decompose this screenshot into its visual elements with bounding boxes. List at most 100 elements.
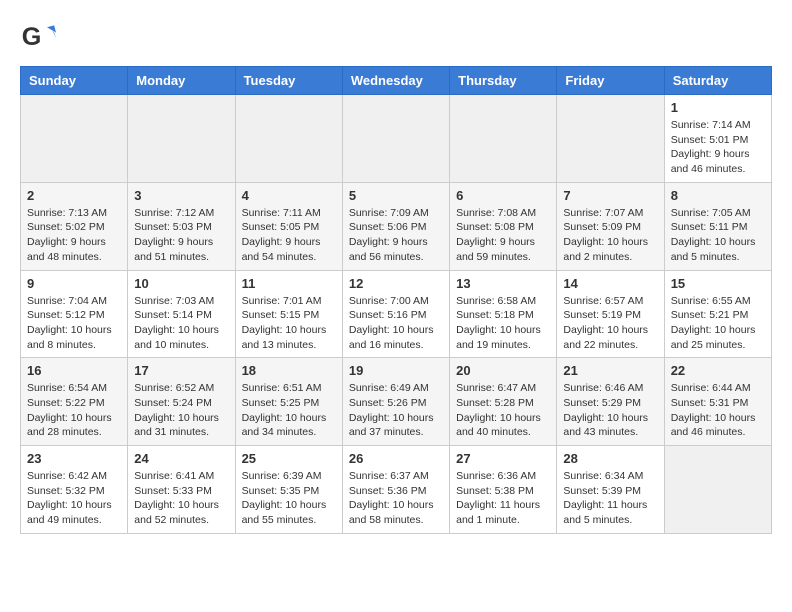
calendar-cell [342, 95, 449, 183]
day-number: 28 [563, 451, 657, 466]
weekday-header-wednesday: Wednesday [342, 67, 449, 95]
calendar-cell: 22 Sunrise: 6:44 AM Sunset: 5:31 PM Dayli… [664, 358, 771, 446]
day-number: 9 [27, 276, 121, 291]
calendar-cell: 14 Sunrise: 6:57 AM Sunset: 5:19 PM Dayli… [557, 270, 664, 358]
day-info: Sunrise: 6:57 AM Sunset: 5:19 PM Dayligh… [563, 294, 657, 353]
day-info: Sunrise: 6:34 AM Sunset: 5:39 PM Dayligh… [563, 469, 657, 528]
day-info: Sunrise: 7:11 AM Sunset: 5:05 PM Dayligh… [242, 206, 336, 265]
day-info: Sunrise: 7:04 AM Sunset: 5:12 PM Dayligh… [27, 294, 121, 353]
day-info: Sunrise: 6:46 AM Sunset: 5:29 PM Dayligh… [563, 381, 657, 440]
weekday-header-saturday: Saturday [664, 67, 771, 95]
calendar-week-row: 16 Sunrise: 6:54 AM Sunset: 5:22 PM Dayli… [21, 358, 772, 446]
weekday-header-monday: Monday [128, 67, 235, 95]
day-number: 16 [27, 363, 121, 378]
weekday-header-row: SundayMondayTuesdayWednesdayThursdayFrid… [21, 67, 772, 95]
logo: G [20, 20, 60, 56]
day-info: Sunrise: 6:49 AM Sunset: 5:26 PM Dayligh… [349, 381, 443, 440]
day-info: Sunrise: 6:47 AM Sunset: 5:28 PM Dayligh… [456, 381, 550, 440]
day-info: Sunrise: 6:51 AM Sunset: 5:25 PM Dayligh… [242, 381, 336, 440]
day-info: Sunrise: 6:42 AM Sunset: 5:32 PM Dayligh… [27, 469, 121, 528]
day-info: Sunrise: 6:55 AM Sunset: 5:21 PM Dayligh… [671, 294, 765, 353]
day-info: Sunrise: 6:44 AM Sunset: 5:31 PM Dayligh… [671, 381, 765, 440]
calendar-cell [664, 446, 771, 534]
day-number: 18 [242, 363, 336, 378]
day-info: Sunrise: 7:14 AM Sunset: 5:01 PM Dayligh… [671, 118, 765, 177]
calendar-week-row: 2 Sunrise: 7:13 AM Sunset: 5:02 PM Daylig… [21, 182, 772, 270]
day-info: Sunrise: 7:03 AM Sunset: 5:14 PM Dayligh… [134, 294, 228, 353]
calendar-cell: 9 Sunrise: 7:04 AM Sunset: 5:12 PM Daylig… [21, 270, 128, 358]
day-number: 14 [563, 276, 657, 291]
weekday-header-tuesday: Tuesday [235, 67, 342, 95]
day-number: 17 [134, 363, 228, 378]
calendar-cell: 17 Sunrise: 6:52 AM Sunset: 5:24 PM Dayli… [128, 358, 235, 446]
calendar-cell: 16 Sunrise: 6:54 AM Sunset: 5:22 PM Dayli… [21, 358, 128, 446]
day-number: 19 [349, 363, 443, 378]
day-number: 7 [563, 188, 657, 203]
calendar-cell: 24 Sunrise: 6:41 AM Sunset: 5:33 PM Dayli… [128, 446, 235, 534]
calendar-cell [450, 95, 557, 183]
calendar-cell: 1 Sunrise: 7:14 AM Sunset: 5:01 PM Daylig… [664, 95, 771, 183]
day-info: Sunrise: 7:00 AM Sunset: 5:16 PM Dayligh… [349, 294, 443, 353]
day-info: Sunrise: 6:37 AM Sunset: 5:36 PM Dayligh… [349, 469, 443, 528]
calendar-cell: 8 Sunrise: 7:05 AM Sunset: 5:11 PM Daylig… [664, 182, 771, 270]
day-number: 21 [563, 363, 657, 378]
calendar-table: SundayMondayTuesdayWednesdayThursdayFrid… [20, 66, 772, 534]
calendar-cell: 2 Sunrise: 7:13 AM Sunset: 5:02 PM Daylig… [21, 182, 128, 270]
day-number: 8 [671, 188, 765, 203]
day-info: Sunrise: 7:07 AM Sunset: 5:09 PM Dayligh… [563, 206, 657, 265]
calendar-cell: 7 Sunrise: 7:07 AM Sunset: 5:09 PM Daylig… [557, 182, 664, 270]
svg-text:G: G [22, 23, 42, 51]
calendar-week-row: 9 Sunrise: 7:04 AM Sunset: 5:12 PM Daylig… [21, 270, 772, 358]
calendar-cell: 23 Sunrise: 6:42 AM Sunset: 5:32 PM Dayli… [21, 446, 128, 534]
day-number: 13 [456, 276, 550, 291]
day-number: 11 [242, 276, 336, 291]
calendar-cell: 25 Sunrise: 6:39 AM Sunset: 5:35 PM Dayli… [235, 446, 342, 534]
calendar-cell: 3Sunrise: 7:12 AM Sunset: 5:03 PM Daylig… [128, 182, 235, 270]
calendar-cell: 28 Sunrise: 6:34 AM Sunset: 5:39 PM Dayli… [557, 446, 664, 534]
calendar-cell: 5 Sunrise: 7:09 AM Sunset: 5:06 PM Daylig… [342, 182, 449, 270]
day-info: Sunrise: 6:52 AM Sunset: 5:24 PM Dayligh… [134, 381, 228, 440]
day-number: 10 [134, 276, 228, 291]
calendar-cell: 21 Sunrise: 6:46 AM Sunset: 5:29 PM Dayli… [557, 358, 664, 446]
day-info: Sunrise: 7:05 AM Sunset: 5:11 PM Dayligh… [671, 206, 765, 265]
day-number: 20 [456, 363, 550, 378]
day-number: 12 [349, 276, 443, 291]
day-info: Sunrise: 6:39 AM Sunset: 5:35 PM Dayligh… [242, 469, 336, 528]
calendar-cell: 13 Sunrise: 6:58 AM Sunset: 5:18 PM Dayli… [450, 270, 557, 358]
calendar-cell: 26 Sunrise: 6:37 AM Sunset: 5:36 PM Dayli… [342, 446, 449, 534]
weekday-header-thursday: Thursday [450, 67, 557, 95]
day-info: Sunrise: 6:41 AM Sunset: 5:33 PM Dayligh… [134, 469, 228, 528]
day-info: Sunrise: 6:58 AM Sunset: 5:18 PM Dayligh… [456, 294, 550, 353]
day-info: Sunrise: 7:09 AM Sunset: 5:06 PM Dayligh… [349, 206, 443, 265]
logo-icon: G [20, 20, 56, 56]
calendar-cell: 18 Sunrise: 6:51 AM Sunset: 5:25 PM Dayli… [235, 358, 342, 446]
day-number: 27 [456, 451, 550, 466]
day-number: 23 [27, 451, 121, 466]
day-info: Sunrise: 7:08 AM Sunset: 5:08 PM Dayligh… [456, 206, 550, 265]
day-number: 2 [27, 188, 121, 203]
day-number: 1 [671, 100, 765, 115]
calendar-cell [235, 95, 342, 183]
day-number: 22 [671, 363, 765, 378]
day-number: 24 [134, 451, 228, 466]
calendar-cell: 12 Sunrise: 7:00 AM Sunset: 5:16 PM Dayli… [342, 270, 449, 358]
day-info: Sunrise: 7:12 AM Sunset: 5:03 PM Dayligh… [134, 206, 228, 265]
calendar-cell: 10 Sunrise: 7:03 AM Sunset: 5:14 PM Dayli… [128, 270, 235, 358]
calendar-cell: 4Sunrise: 7:11 AM Sunset: 5:05 PM Daylig… [235, 182, 342, 270]
day-number: 25 [242, 451, 336, 466]
day-info: Sunrise: 7:13 AM Sunset: 5:02 PM Dayligh… [27, 206, 121, 265]
calendar-cell: 6Sunrise: 7:08 AM Sunset: 5:08 PM Daylig… [450, 182, 557, 270]
day-info: Sunrise: 6:54 AM Sunset: 5:22 PM Dayligh… [27, 381, 121, 440]
calendar-cell [128, 95, 235, 183]
calendar-week-row: 1 Sunrise: 7:14 AM Sunset: 5:01 PM Daylig… [21, 95, 772, 183]
calendar-cell: 27Sunrise: 6:36 AM Sunset: 5:38 PM Dayli… [450, 446, 557, 534]
calendar-cell: 20 Sunrise: 6:47 AM Sunset: 5:28 PM Dayli… [450, 358, 557, 446]
weekday-header-sunday: Sunday [21, 67, 128, 95]
header: G [20, 20, 772, 56]
calendar-cell: 19 Sunrise: 6:49 AM Sunset: 5:26 PM Dayli… [342, 358, 449, 446]
calendar-cell [21, 95, 128, 183]
day-number: 26 [349, 451, 443, 466]
day-info: Sunrise: 7:01 AM Sunset: 5:15 PM Dayligh… [242, 294, 336, 353]
weekday-header-friday: Friday [557, 67, 664, 95]
day-number: 5 [349, 188, 443, 203]
